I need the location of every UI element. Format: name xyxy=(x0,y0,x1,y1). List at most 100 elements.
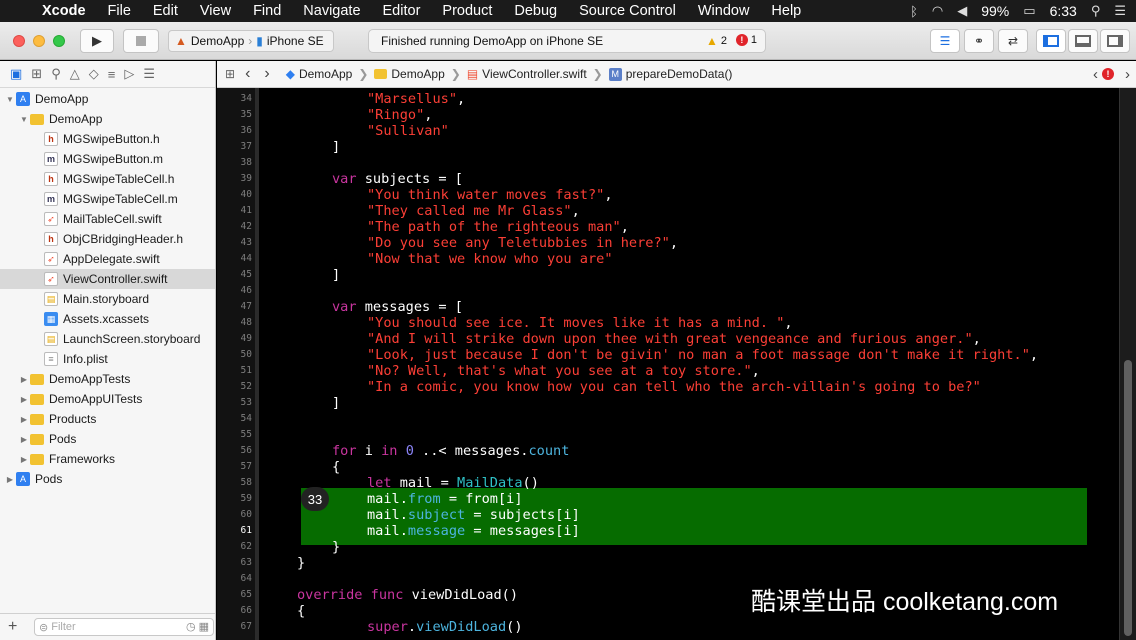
line-number[interactable]: 62 xyxy=(216,541,252,552)
filter-field[interactable]: ⊜ Filter ◷ ▦ xyxy=(34,618,214,636)
add-file-plus-icon[interactable]: + xyxy=(8,618,26,636)
tree-item[interactable]: ▶ DemoAppUITests xyxy=(0,389,215,409)
spotlight-icon[interactable]: ⚲ xyxy=(1091,3,1101,19)
tree-item[interactable]: ▶ Pods xyxy=(0,429,215,449)
jump-crumb-project[interactable]: ◆ DemoApp xyxy=(286,67,353,81)
line-number[interactable]: 65 xyxy=(216,589,252,600)
line-number[interactable]: 55 xyxy=(216,429,252,440)
line-number-gutter[interactable]: 34 35 36 37 38 39 40 41 42 43 44 45 46 47 48 49 50 51 52 53… xyxy=(217,88,255,640)
jump-crumb-file[interactable]: ▤ ViewController.swift xyxy=(467,67,587,81)
scrollbar-thumb[interactable] xyxy=(1124,360,1132,636)
tree-item[interactable]: ▤ LaunchScreen.storyboard xyxy=(0,329,215,349)
related-items-grid-icon[interactable]: ⊞ xyxy=(225,67,235,81)
code-folding-ribbon[interactable] xyxy=(255,88,259,640)
toggle-debug-area-button[interactable] xyxy=(1068,29,1098,53)
line-number[interactable]: 43 xyxy=(216,237,252,248)
menu-view[interactable]: View xyxy=(200,3,231,19)
scheme-device[interactable]: iPhone SE xyxy=(267,34,324,48)
warnings-indicator[interactable]: ▲ 2 xyxy=(706,34,727,48)
recent-files-clock-icon[interactable]: ◷ ▦ xyxy=(186,620,209,633)
line-number[interactable]: 41 xyxy=(216,205,252,216)
tree-item[interactable]: ▤ Main.storyboard xyxy=(0,289,215,309)
line-number[interactable]: 52 xyxy=(216,381,252,392)
symbol-navigator-tab-icon[interactable]: ⊞ xyxy=(31,66,42,82)
tree-item[interactable]: ▶ DemoAppTests xyxy=(0,369,215,389)
line-number[interactable]: 54 xyxy=(216,413,252,424)
tree-item[interactable]: ▶ Frameworks xyxy=(0,449,215,469)
menu-help[interactable]: Help xyxy=(771,3,801,19)
issue-navigator-tab-warning-icon[interactable]: △ xyxy=(70,66,80,82)
menu-find[interactable]: Find xyxy=(253,3,281,19)
tree-item[interactable]: h MGSwipeButton.h xyxy=(0,129,215,149)
version-editor-button[interactable]: ⇄ xyxy=(998,29,1028,53)
standard-editor-button[interactable]: ☰ xyxy=(930,29,960,53)
tree-item[interactable]: ➶ MailTableCell.swift xyxy=(0,209,215,229)
menu-edit[interactable]: Edit xyxy=(153,3,178,19)
line-number[interactable]: 59 xyxy=(216,493,252,504)
breakpoint-indicator[interactable]: 33 xyxy=(301,487,329,511)
disclosure-open-icon[interactable]: ▼ xyxy=(18,115,30,124)
report-navigator-tab-icon[interactable]: ☰ xyxy=(143,66,155,82)
menu-clock[interactable]: 6:33 xyxy=(1050,3,1077,19)
next-issue-chevron-icon[interactable]: › xyxy=(1125,66,1130,83)
line-number[interactable]: 37 xyxy=(216,141,252,152)
menu-navigate[interactable]: Navigate xyxy=(303,3,360,19)
disclosure-closed-icon[interactable]: ▶ xyxy=(18,435,30,444)
battery-percentage[interactable]: 99% xyxy=(981,3,1009,19)
disclosure-closed-icon[interactable]: ▶ xyxy=(18,415,30,424)
breakpoint-navigator-tab-icon[interactable]: ▷ xyxy=(124,66,134,82)
bluetooth-icon[interactable]: ᛒ xyxy=(910,4,918,19)
line-number[interactable]: 57 xyxy=(216,461,252,472)
notification-center-icon[interactable]: ☰ xyxy=(1114,3,1126,19)
line-number[interactable]: 42 xyxy=(216,221,252,232)
tree-item[interactable]: ▶ A Pods xyxy=(0,469,215,489)
menu-editor[interactable]: Editor xyxy=(383,3,421,19)
tree-item[interactable]: ▦ Assets.xcassets xyxy=(0,309,215,329)
line-number[interactable]: 53 xyxy=(216,397,252,408)
jump-crumb-group[interactable]: DemoApp xyxy=(374,67,445,81)
volume-icon[interactable]: ◀ xyxy=(957,3,967,19)
tree-item[interactable]: m MGSwipeTableCell.m xyxy=(0,189,215,209)
line-number[interactable]: 61 xyxy=(216,525,252,536)
menu-window[interactable]: Window xyxy=(698,3,750,19)
find-navigator-tab-search-icon[interactable]: ⚲ xyxy=(51,66,61,82)
forward-chevron-icon[interactable]: › xyxy=(264,65,269,83)
tree-item[interactable]: ➶ ViewController.swift xyxy=(0,269,215,289)
line-number[interactable]: 39 xyxy=(216,173,252,184)
test-navigator-tab-diamond-icon[interactable]: ◇ xyxy=(89,66,99,82)
tree-item[interactable]: ▼ DemoApp xyxy=(0,109,215,129)
zoom-window-button[interactable] xyxy=(53,35,65,47)
menu-product[interactable]: Product xyxy=(442,3,492,19)
tree-item[interactable]: ≡ Info.plist xyxy=(0,349,215,369)
line-number[interactable]: 35 xyxy=(216,109,252,120)
line-number[interactable]: 50 xyxy=(216,349,252,360)
errors-indicator[interactable]: ! 1 xyxy=(735,34,757,46)
tree-item[interactable]: h MGSwipeTableCell.h xyxy=(0,169,215,189)
menu-file[interactable]: File xyxy=(108,3,131,19)
disclosure-closed-icon[interactable]: ▶ xyxy=(4,475,16,484)
line-number[interactable]: 34 xyxy=(216,93,252,104)
assistant-editor-button[interactable]: ⚭ xyxy=(964,29,994,53)
tree-item[interactable]: m MGSwipeButton.m xyxy=(0,149,215,169)
line-number[interactable]: 48 xyxy=(216,317,252,328)
disclosure-closed-icon[interactable]: ▶ xyxy=(18,375,30,384)
tree-item[interactable]: ▼ A DemoApp xyxy=(0,89,215,109)
disclosure-closed-icon[interactable]: ▶ xyxy=(18,455,30,464)
minimize-window-button[interactable] xyxy=(33,35,45,47)
tree-item[interactable]: ▶ Products xyxy=(0,409,215,429)
back-chevron-icon[interactable]: ‹ xyxy=(245,65,250,83)
line-number[interactable]: 46 xyxy=(216,285,252,296)
stop-button[interactable] xyxy=(123,29,159,53)
line-number[interactable]: 38 xyxy=(216,157,252,168)
vertical-scrollbar[interactable] xyxy=(1119,88,1136,640)
scheme-selector[interactable]: ▲ DemoApp › ▮ iPhone SE xyxy=(168,30,334,52)
menu-debug[interactable]: Debug xyxy=(514,3,557,19)
line-number[interactable]: 58 xyxy=(216,477,252,488)
close-window-button[interactable] xyxy=(13,35,25,47)
menu-source-control[interactable]: Source Control xyxy=(579,3,676,19)
toggle-utilities-button[interactable] xyxy=(1100,29,1130,53)
disclosure-open-icon[interactable]: ▼ xyxy=(4,95,16,104)
issue-error-icon[interactable]: ! xyxy=(1102,68,1114,80)
line-number[interactable]: 51 xyxy=(216,365,252,376)
line-number[interactable]: 44 xyxy=(216,253,252,264)
